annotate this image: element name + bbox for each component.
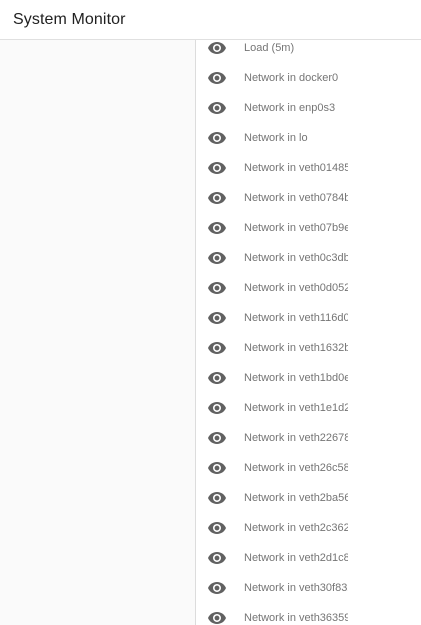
visibility-toggle[interactable] [208,372,226,384]
series-list-item[interactable]: Network in veth2c362 [197,513,421,543]
series-list-item[interactable]: Network in veth30f832 [197,573,421,603]
visibility-toggle[interactable] [208,432,226,444]
app-title: System Monitor [13,10,126,28]
eye-icon [208,102,226,114]
series-list-item[interactable]: Network in veth1632b [197,333,421,363]
series-label: Network in veth36359 [244,612,348,624]
series-list-item[interactable]: Network in veth2ba56 [197,483,421,513]
series-label: Network in veth22678 [244,432,348,444]
series-label: Network in veth0c3db [244,252,348,264]
app-bar: System Monitor [0,0,421,40]
eye-icon [208,552,226,564]
series-list-item[interactable]: Network in veth0d052 [197,273,421,303]
visibility-toggle[interactable] [208,162,226,174]
series-label: Network in veth1632b [244,342,348,354]
visibility-toggle[interactable] [208,282,226,294]
series-list-item[interactable]: Network in veth2d1c8 [197,543,421,573]
series-label: Network in veth01485 [244,162,348,174]
series-list: Load (5m) Network in docker0 Network in en… [197,40,421,625]
eye-icon [208,402,226,414]
series-label: Load (5m) [244,42,295,54]
eye-icon [208,492,226,504]
eye-icon [208,312,226,324]
eye-icon [208,162,226,174]
eye-icon [208,132,226,144]
eye-icon [208,192,226,204]
eye-icon [208,372,226,384]
visibility-toggle[interactable] [208,342,226,354]
visibility-toggle[interactable] [208,222,226,234]
eye-icon [208,282,226,294]
series-list-item[interactable]: Network in enp0s3 [197,93,421,123]
series-label: Network in veth1e1d2 [244,402,348,414]
eye-icon [208,612,226,624]
visibility-toggle[interactable] [208,462,226,474]
system-monitor-window: System Monitor Load (5m) Network in docke… [0,0,421,625]
series-label: Network in docker0 [244,72,339,84]
eye-icon [208,252,226,264]
series-list-item[interactable]: Network in veth116d0 [197,303,421,333]
visibility-toggle[interactable] [208,132,226,144]
visibility-toggle[interactable] [208,42,226,54]
series-list-item[interactable]: Network in veth01485 [197,153,421,183]
visibility-toggle[interactable] [208,312,226,324]
series-label: Network in veth116d0 [244,312,348,324]
series-list-item[interactable]: Network in docker0 [197,63,421,93]
series-label: Network in veth0d052 [244,282,348,294]
series-list-item[interactable]: Network in veth22678 [197,423,421,453]
series-label: Network in enp0s3 [244,102,336,114]
visibility-toggle[interactable] [208,612,226,624]
series-list-item[interactable]: Network in veth36359 [197,603,421,625]
series-label: Network in veth2ba56 [244,492,348,504]
series-list-panel[interactable]: Load (5m) Network in docker0 Network in en… [197,40,421,625]
eye-icon [208,462,226,474]
series-list-item[interactable]: Network in lo [197,123,421,153]
series-list-item[interactable]: Network in veth1bd0e [197,363,421,393]
series-label: Network in veth2c362 [244,522,348,534]
visibility-toggle[interactable] [208,72,226,84]
series-list-item[interactable]: Network in veth07b9e [197,213,421,243]
visibility-toggle[interactable] [208,582,226,594]
series-label: Network in veth0784b [244,192,348,204]
eye-icon [208,432,226,444]
visibility-toggle[interactable] [208,522,226,534]
series-list-item[interactable]: Network in veth1e1d2 [197,393,421,423]
series-label: Network in veth2d1c8 [244,552,348,564]
series-label: Network in veth30f832 [244,582,348,594]
visibility-toggle[interactable] [208,552,226,564]
series-list-item[interactable]: Load (5m) [197,40,421,63]
eye-icon [208,72,226,84]
eye-icon [208,342,226,354]
eye-icon [208,582,226,594]
visibility-toggle[interactable] [208,492,226,504]
visibility-toggle[interactable] [208,402,226,414]
visibility-toggle[interactable] [208,252,226,264]
series-list-item[interactable]: Network in veth0784b [197,183,421,213]
series-label: Network in veth26c58 [244,462,348,474]
series-label: Network in veth07b9e [244,222,348,234]
chart-area-panel [0,40,196,625]
eye-icon [208,222,226,234]
series-list-item[interactable]: Network in veth26c58 [197,453,421,483]
eye-icon [208,522,226,534]
series-label: Network in veth1bd0e [244,372,348,384]
series-label: Network in lo [244,132,308,144]
visibility-toggle[interactable] [208,102,226,114]
eye-icon [208,42,226,54]
series-list-item[interactable]: Network in veth0c3db [197,243,421,273]
visibility-toggle[interactable] [208,192,226,204]
